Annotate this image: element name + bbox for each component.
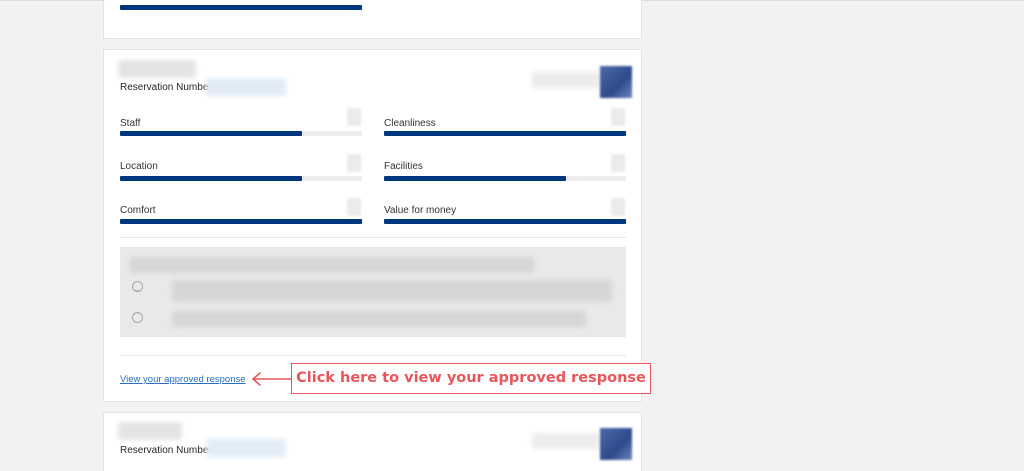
rating-bar-fill <box>120 131 302 136</box>
view-approved-response-link[interactable]: View your approved response <box>120 374 246 385</box>
rating-score-redacted <box>347 198 361 216</box>
guest-avatar <box>600 66 632 98</box>
reservation-number-redacted <box>206 439 286 457</box>
reservation-number-redacted <box>206 78 286 96</box>
review-date-redacted <box>532 72 600 88</box>
review-comment-box: ‿ ⁀ <box>120 247 626 337</box>
rating-bar <box>120 176 362 181</box>
smile-icon: ‿ <box>132 281 143 292</box>
review-card: Reservation Number Staff Cleanliness Loc… <box>103 49 642 402</box>
review-date-redacted <box>532 433 600 449</box>
guest-name-redacted <box>118 60 196 78</box>
frown-icon: ⁀ <box>132 312 143 323</box>
rating-bar-fill <box>120 219 362 224</box>
guest-avatar <box>600 428 632 460</box>
guest-name-redacted <box>118 422 182 440</box>
rating-score-redacted <box>611 154 625 172</box>
rating-label: Facilities <box>384 161 423 172</box>
divider <box>120 237 626 238</box>
rating-bar-fill <box>384 176 566 181</box>
rating-label: Cleanliness <box>384 118 436 129</box>
positive-comment-redacted <box>172 280 612 302</box>
rating-label: Comfort <box>120 205 156 216</box>
review-card-next: Reservation Number <box>103 412 642 471</box>
rating-score-redacted <box>611 108 625 126</box>
rating-bar <box>384 176 626 181</box>
reservation-number-label: Reservation Number <box>120 445 212 456</box>
rating-bar <box>120 131 362 136</box>
rating-score-redacted <box>347 154 361 172</box>
divider <box>120 355 626 356</box>
annotation-callout: Click here to view your approved respons… <box>291 363 651 394</box>
rating-bar <box>384 131 626 136</box>
rating-label: Value for money <box>384 205 457 216</box>
arrow-left-icon <box>252 372 291 386</box>
rating-score-redacted <box>347 108 361 126</box>
review-card-previous <box>103 0 642 39</box>
rating-bar <box>120 219 362 224</box>
rating-bar-fill <box>120 176 302 181</box>
rating-label: Staff <box>120 118 141 129</box>
reservation-number-label: Reservation Number <box>120 82 212 93</box>
review-title-redacted <box>130 257 534 273</box>
rating-bar-fill <box>384 219 626 224</box>
rating-bar-fill <box>384 131 626 136</box>
rating-bar <box>384 219 626 224</box>
rating-score-redacted <box>611 198 625 216</box>
rating-bar <box>120 5 362 10</box>
negative-comment-redacted <box>172 311 586 327</box>
rating-label: Location <box>120 161 158 172</box>
